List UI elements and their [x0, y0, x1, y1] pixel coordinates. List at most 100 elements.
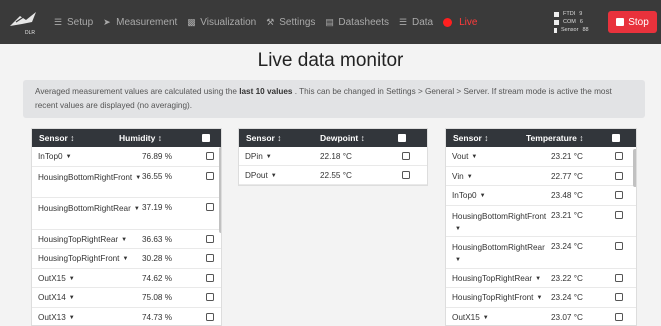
dewpoint-column-header[interactable]: Dewpoint ↕	[320, 133, 398, 143]
caret-down-icon: ▼	[68, 295, 75, 301]
sensor-column-header[interactable]: Sensor ↕	[32, 133, 119, 143]
sensor-dropdown[interactable]: HousingTopRightFront ▼	[32, 254, 142, 268]
table-row: HousingTopRightRear ▼ 36.63 %	[32, 230, 221, 249]
row-checkbox[interactable]	[615, 171, 623, 180]
table-row: HousingTopRightFront ▼ 23.24 °C	[446, 288, 636, 308]
row-checkbox[interactable]	[206, 171, 214, 180]
value-cell: 37.19 %	[142, 203, 173, 212]
nav-measurement[interactable]: ➤ Measurement	[103, 17, 177, 28]
sensor-dropdown[interactable]: HousingBottomRightRear▼	[446, 242, 551, 268]
table-row: InTop0 ▼ 23.48 °C	[446, 186, 636, 206]
sensor-dropdown[interactable]: Vout ▼	[446, 152, 551, 166]
nav-settings[interactable]: ⚒ Settings	[266, 17, 315, 28]
row-checkbox[interactable]	[206, 152, 214, 160]
caret-down-icon: ▼	[536, 295, 543, 301]
table-row: OutX15 ▼ 74.62 %	[32, 269, 221, 288]
database-icon: ☰	[398, 16, 408, 27]
sensor-dropdown[interactable]: HousingTopRightRear ▼	[446, 274, 551, 288]
value-cell: 22.55 °C	[320, 171, 352, 180]
scrollbar[interactable]	[633, 149, 636, 187]
info-text-pre: Averaged measurement values are calculat…	[35, 87, 240, 96]
row-checkbox[interactable]	[206, 234, 214, 243]
row-checkbox[interactable]	[615, 293, 623, 301]
stop-button[interactable]: Stop	[608, 11, 657, 33]
dewpoint-table-body: DPin ▼ 22.18 °C DPout ▼ 22.55 °C	[239, 147, 427, 185]
sensor-name: HousingTopRightFront	[452, 293, 534, 302]
sensor-dropdown[interactable]: HousingBottomRightFront▼	[446, 211, 551, 237]
sensor-dropdown[interactable]: OutX14 ▼	[32, 293, 142, 307]
stop-button-label: Stop	[628, 16, 649, 28]
dlr-logo[interactable]: DLR	[6, 10, 40, 36]
status-sensor: Sensor 88	[554, 26, 589, 34]
caret-down-icon: ▼	[479, 193, 486, 199]
nav-data[interactable]: ☰ Data	[399, 17, 433, 28]
select-all-checkbox[interactable]	[398, 134, 406, 142]
sensor-column-header[interactable]: Sensor ↕	[446, 133, 526, 143]
nav-live[interactable]: Live	[443, 17, 477, 28]
sensor-dropdown[interactable]: HousingBottomRightRear▼	[32, 203, 142, 229]
row-checkbox[interactable]	[206, 203, 214, 211]
value-cell: 22.77 °C	[551, 171, 583, 181]
select-all-checkbox[interactable]	[202, 134, 210, 142]
sensor-dropdown[interactable]: InTop0 ▼	[446, 191, 551, 205]
sensor-dropdown[interactable]: OutX15 ▼	[446, 313, 551, 326]
stop-icon	[616, 18, 625, 26]
row-checkbox[interactable]	[206, 273, 214, 282]
sensor-dropdown[interactable]: OutX15 ▼	[32, 274, 142, 288]
sensor-name: HousingTopRightFront	[38, 254, 120, 263]
sensor-name: HousingTopRightRear	[38, 234, 119, 244]
select-all-checkbox[interactable]	[612, 134, 620, 142]
sensor-dropdown[interactable]: Vin ▼	[446, 172, 551, 186]
sensor-column-header[interactable]: Sensor ↕	[239, 133, 320, 143]
caret-down-icon: ▼	[68, 275, 75, 282]
row-checkbox[interactable]	[615, 273, 623, 282]
value-cell: 75.08 %	[142, 293, 173, 302]
value-cell: 23.48 °C	[551, 191, 583, 200]
sensor-name: OutX15	[38, 273, 66, 283]
scrollbar[interactable]	[219, 147, 221, 233]
sensor-dropdown[interactable]: DPout ▼	[239, 171, 320, 184]
row-checkbox[interactable]	[402, 152, 410, 160]
sensor-dropdown[interactable]: HousingTopRightFront ▼	[446, 293, 551, 307]
value-cell: 23.07 °C	[551, 312, 583, 322]
page-title: Live data monitor	[257, 50, 404, 71]
nav-datasheets[interactable]: ▤ Datasheets	[325, 17, 389, 28]
nav-setup[interactable]: ☰ Setup	[54, 17, 93, 28]
nav-visualization[interactable]: ▩ Visualization	[187, 17, 256, 28]
value-cell: 30.28 %	[142, 254, 173, 263]
sensor-name: HousingBottomRightRear	[38, 204, 131, 213]
humidity-column-header[interactable]: Humidity ↕	[119, 133, 202, 143]
status-com: COM 6	[554, 18, 589, 26]
sensor-name: HousingBottomRightFront	[38, 172, 133, 182]
temperature-column-header[interactable]: Temperature ↕	[526, 133, 612, 143]
sensor-dropdown[interactable]: InTop0 ▼	[32, 152, 142, 166]
nav-settings-label: Settings	[279, 16, 316, 28]
caret-down-icon: ▼	[471, 154, 478, 160]
logo-text: DLR	[25, 30, 35, 36]
row-checkbox[interactable]	[615, 210, 623, 219]
table-header: Sensor ↕ Dewpoint ↕	[239, 129, 427, 147]
sensor-dropdown[interactable]: DPin ▼	[239, 152, 320, 165]
row-checkbox[interactable]	[206, 254, 214, 262]
value-cell: 23.24 °C	[551, 293, 583, 302]
row-checkbox[interactable]	[206, 312, 214, 321]
row-checkbox[interactable]	[615, 191, 623, 199]
nav-data-label: Data	[411, 16, 434, 28]
record-dot-icon	[443, 17, 453, 27]
nav-datasheets-label: Datasheets	[338, 16, 389, 28]
row-checkbox[interactable]	[206, 293, 214, 301]
row-checkbox[interactable]	[402, 171, 410, 179]
sensor-dropdown[interactable]: OutX13 ▼	[32, 313, 142, 326]
status-com-label: COM	[563, 19, 576, 25]
sensor-dropdown[interactable]: HousingTopRightRear ▼	[32, 235, 142, 249]
sensor-dropdown[interactable]: HousingBottomRightFront▼	[32, 172, 142, 198]
row-checkbox[interactable]	[615, 242, 623, 250]
nav-measurement-label: Measurement	[116, 16, 178, 28]
table-header: Sensor ↕ Humidity ↕	[32, 129, 221, 147]
row-checkbox[interactable]	[615, 312, 623, 321]
sensor-name: InTop0	[38, 152, 63, 161]
row-checkbox[interactable]	[615, 152, 623, 160]
status-com-value: 6	[579, 19, 583, 25]
caret-down-icon: ▼	[265, 154, 272, 160]
sensor-name: Vin	[452, 171, 464, 181]
